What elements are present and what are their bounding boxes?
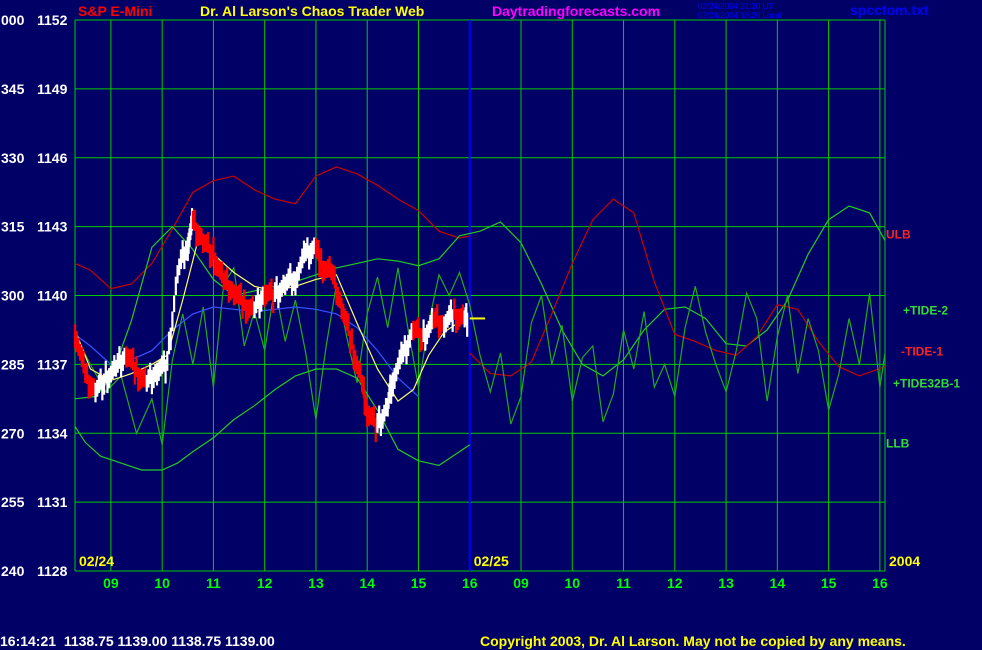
y-angle-label: 270 [1, 425, 25, 441]
y-angle-label: 330 [1, 150, 25, 166]
x-hour-label: 14 [359, 575, 375, 591]
y-price-label: 1146 [37, 150, 68, 166]
x-hour-label: 15 [411, 575, 427, 591]
x-hour-label: 10 [154, 575, 170, 591]
series-label: +TIDE-2 [903, 303, 948, 317]
x-hour-label: 09 [513, 575, 529, 591]
x-hour-label: 16 [462, 575, 478, 591]
y-angle-label: 000 [1, 12, 25, 28]
chart: ULB +TIDE-2 -TIDE-1 +TIDE32B-1 LLB 240 1128 255… [0, 0, 982, 650]
x-hour-label: 11 [616, 575, 631, 591]
x-hour-label: 13 [718, 575, 734, 591]
x-hour-label: 09 [103, 575, 119, 591]
y-price-label: 1137 [37, 356, 68, 372]
site-url-link[interactable]: Daytradingforecasts.com [492, 3, 660, 19]
timestamp-local: 02/24/2004 16:20 Local [698, 11, 782, 20]
y-angle-label: 240 [1, 563, 25, 579]
copyright-notice: Copyright 2003, Dr. Al Larson. May not b… [480, 633, 906, 649]
y-price-label: 1149 [37, 81, 68, 97]
y-angle-label: 255 [1, 494, 25, 510]
y-price-label: 1134 [37, 425, 68, 441]
y-price-label: 1140 [37, 288, 68, 304]
series-label: +TIDE32B-1 [893, 377, 960, 391]
x-hour-label: 11 [206, 575, 221, 591]
y-angle-label: 285 [1, 356, 25, 372]
x-hour-label: 12 [667, 575, 683, 591]
x-hour-label: 15 [821, 575, 837, 591]
x-hour-label: 13 [308, 575, 324, 591]
data-filename: spcctom.txt [850, 2, 929, 18]
y-price-label: 1152 [37, 12, 68, 28]
y-price-label: 1128 [37, 563, 68, 579]
x-hour-label: 10 [564, 575, 580, 591]
timestamp-ut: 02/24/2004 21:20 UT [698, 2, 773, 11]
y-price-label: 1143 [37, 219, 68, 235]
y-price-label: 1131 [37, 494, 68, 510]
site-title: Dr. Al Larson's Chaos Trader Web [200, 3, 424, 19]
x-hour-label: 12 [257, 575, 273, 591]
series-label: -TIDE-1 [901, 345, 943, 359]
x-date-label: 2004 [889, 553, 920, 569]
x-date-label: 02/24 [79, 553, 114, 569]
x-hour-label: 14 [770, 575, 786, 591]
series-label: ULB [886, 228, 911, 242]
quote-readout: 16:14:21 1138.75 1139.00 1138.75 1139.00 [0, 633, 275, 649]
instrument-title: S&P E-Mini [78, 3, 152, 19]
y-angle-label: 345 [1, 81, 25, 97]
x-date-label: 02/25 [474, 553, 509, 569]
series-label: LLB [886, 436, 910, 450]
y-angle-label: 300 [1, 288, 25, 304]
y-angle-label: 315 [1, 219, 25, 235]
x-hour-label: 16 [872, 575, 888, 591]
